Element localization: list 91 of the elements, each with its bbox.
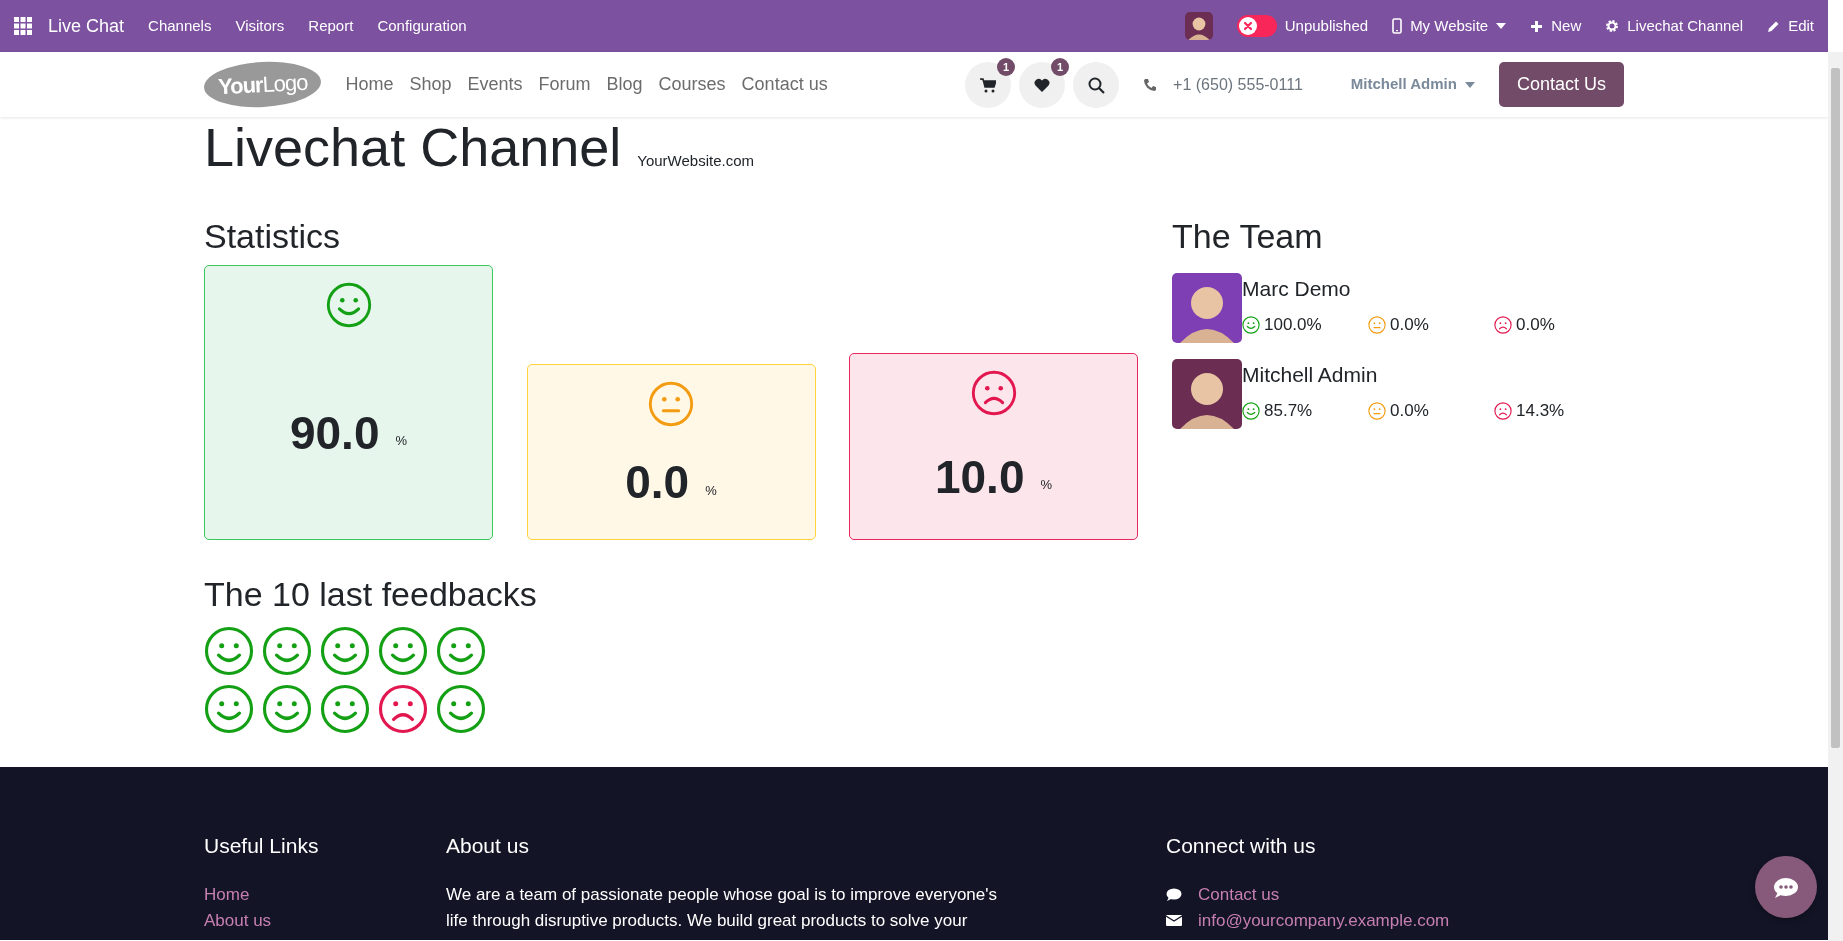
menu-item[interactable]: Visitors bbox=[235, 14, 285, 38]
about-text: We are a team of passionate people whose goal is to improve everyone's life through disruptive products. We build great products to solve your bbox=[446, 884, 999, 932]
toolbar-link[interactable]: New bbox=[1551, 14, 1582, 38]
mobile-phone-icon bbox=[1392, 18, 1403, 34]
pencil-icon bbox=[1767, 19, 1781, 33]
percent-unit: % bbox=[1040, 476, 1053, 495]
search-icon bbox=[1087, 76, 1105, 94]
scrollbar-thumb[interactable] bbox=[1831, 68, 1840, 748]
menu-item[interactable]: Configuration bbox=[377, 14, 467, 38]
nav-link[interactable]: Courses bbox=[658, 71, 726, 98]
apps-grid-icon[interactable] bbox=[14, 17, 32, 35]
toggle-knob-icon bbox=[1238, 17, 1257, 35]
caret-icon bbox=[1464, 81, 1475, 88]
smiley-face-icon bbox=[320, 626, 370, 677]
nav-link[interactable]: Events bbox=[467, 71, 523, 98]
page-subtitle: YourWebsite.com bbox=[637, 151, 755, 171]
cart-button[interactable]: 1 bbox=[965, 61, 1012, 108]
user-menu[interactable]: Mitchell Admin bbox=[1350, 73, 1475, 96]
nav-link[interactable]: Forum bbox=[538, 71, 591, 98]
percentage-value: 10.0 bbox=[934, 449, 1025, 505]
rating-percentage: 0.0% bbox=[1390, 314, 1429, 337]
nav-link[interactable]: Home bbox=[345, 71, 394, 98]
nav-link[interactable]: Blog bbox=[606, 71, 643, 98]
smiley-face-icon bbox=[436, 684, 486, 735]
section-heading: The Team bbox=[1172, 215, 1324, 257]
speech-bubble-icon bbox=[1166, 887, 1182, 902]
sad-face-icon bbox=[1494, 401, 1512, 420]
footer-link[interactable]: info@yourcompany.example.com bbox=[1198, 907, 1450, 934]
smiley-face-icon bbox=[325, 281, 372, 328]
smiley-face-icon bbox=[378, 626, 428, 677]
avatar-icon bbox=[1172, 272, 1242, 343]
neutral-face-icon bbox=[648, 380, 694, 427]
phone-icon bbox=[1143, 77, 1158, 92]
rating-percentage: 100.0% bbox=[1264, 314, 1322, 337]
toolbar-link[interactable]: Livechat Channel bbox=[1627, 14, 1744, 38]
smiley-face-icon bbox=[436, 626, 486, 677]
contact-us-button[interactable]: Contact Us bbox=[1498, 62, 1624, 107]
footer-heading: Connect with us bbox=[1166, 833, 1317, 859]
rating-percentage: 0.0% bbox=[1516, 314, 1555, 337]
rating-percentage: 14.3% bbox=[1516, 400, 1565, 423]
avatar-icon bbox=[1172, 358, 1242, 429]
sad-face-icon bbox=[970, 369, 1017, 416]
user-avatar-icon bbox=[1184, 12, 1213, 40]
footer-link[interactable]: Contact us bbox=[1198, 882, 1280, 908]
plus-icon bbox=[1530, 19, 1544, 33]
rating-percentage: 85.7% bbox=[1264, 400, 1313, 423]
nav-link[interactable]: Shop bbox=[409, 71, 452, 98]
cart-count-badge: 1 bbox=[997, 57, 1016, 76]
publish-status: Unpublished bbox=[1284, 15, 1369, 36]
smiley-face-icon bbox=[1242, 401, 1260, 420]
envelope-icon bbox=[1166, 913, 1182, 927]
menu-item[interactable]: Channels bbox=[148, 14, 212, 38]
smiley-face-icon bbox=[262, 684, 312, 735]
percentage-value: 0.0 bbox=[625, 455, 690, 511]
percent-unit: % bbox=[395, 432, 408, 451]
neutral-face-icon bbox=[1368, 315, 1386, 334]
toolbar-link[interactable]: Edit bbox=[1788, 14, 1814, 38]
section-heading: Statistics bbox=[204, 215, 342, 257]
percent-unit: % bbox=[705, 481, 717, 500]
app-title: Live Chat bbox=[48, 14, 125, 38]
menu-item[interactable]: Report bbox=[308, 14, 354, 38]
member-name: Mitchell Admin bbox=[1242, 361, 1379, 388]
footer-link[interactable]: About us bbox=[204, 910, 272, 930]
neutral-face-icon bbox=[1368, 401, 1386, 420]
caret-icon bbox=[1496, 23, 1507, 29]
wishlist-count-badge: 1 bbox=[1051, 57, 1070, 76]
percentage-value: 90.0 bbox=[289, 405, 380, 461]
publish-toggle[interactable] bbox=[1236, 15, 1277, 37]
rating-percentage: 0.0% bbox=[1390, 400, 1429, 423]
footer-heading: Useful Links bbox=[204, 833, 320, 859]
sad-face-icon bbox=[1494, 315, 1512, 334]
footer-link[interactable]: Home bbox=[204, 885, 250, 905]
smiley-face-icon bbox=[262, 626, 312, 677]
smiley-face-icon bbox=[204, 626, 254, 677]
wishlist-button[interactable]: 1 bbox=[1019, 61, 1066, 108]
heart-icon bbox=[1034, 77, 1051, 93]
cart-icon bbox=[980, 77, 997, 93]
smiley-face-icon bbox=[1242, 315, 1260, 334]
phone-number: +1 (650) 555-0111 bbox=[1173, 74, 1303, 95]
section-heading: The 10 last feedbacks bbox=[204, 573, 538, 615]
scrollbar[interactable] bbox=[1828, 52, 1843, 941]
smiley-face-icon bbox=[320, 684, 370, 735]
footer-heading: About us bbox=[446, 833, 530, 859]
nav-link[interactable]: Contact us bbox=[741, 71, 828, 98]
settings-icon bbox=[1605, 19, 1620, 33]
member-name: Marc Demo bbox=[1242, 275, 1352, 302]
sad-face-icon bbox=[378, 684, 428, 735]
chat-bubble-icon bbox=[1773, 876, 1799, 899]
toolbar-link[interactable]: My Website bbox=[1410, 14, 1489, 38]
page-title: Livechat Channel bbox=[204, 116, 622, 179]
smiley-face-icon bbox=[204, 684, 254, 735]
